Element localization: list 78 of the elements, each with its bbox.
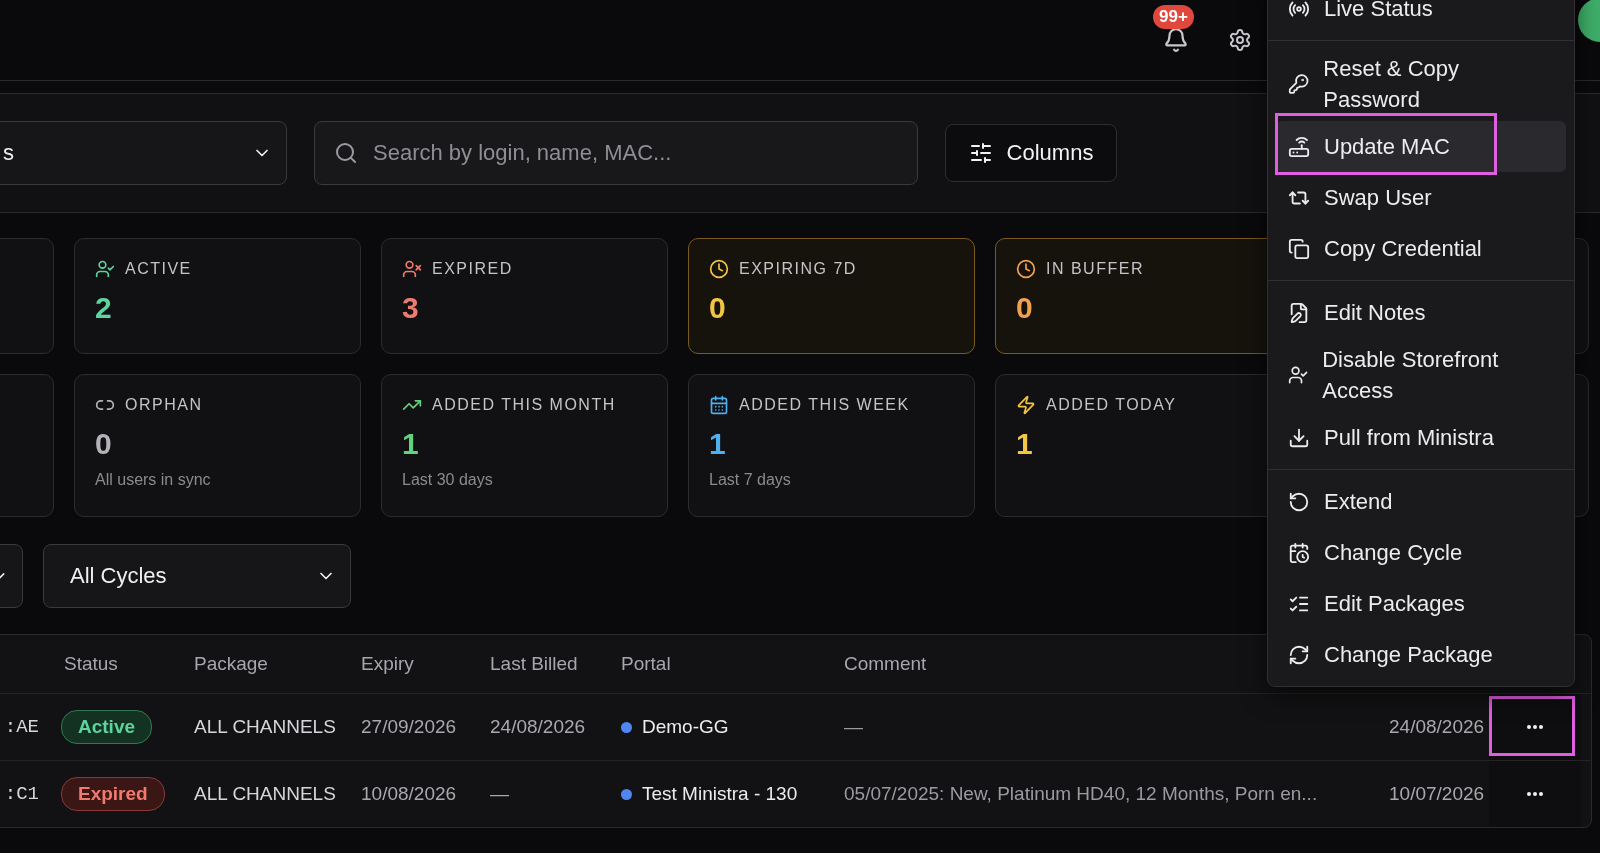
table-cell: 24/08/2026: [490, 716, 586, 738]
stat-note: Last 30 days: [402, 471, 493, 489]
table-cell: ALL CHANNELS: [194, 716, 336, 738]
menu-icon: [1288, 301, 1310, 324]
filter-select[interactable]: s: [0, 121, 287, 185]
stat-value: 1: [402, 427, 419, 461]
menu-item[interactable]: Update MAC: [1276, 121, 1566, 172]
stat-label: ACTIVE: [125, 260, 192, 278]
table-cell: —: [844, 716, 863, 738]
stat-icon: [1016, 395, 1036, 415]
stat-icon: [402, 259, 422, 279]
menu-item[interactable]: Edit Notes: [1276, 287, 1566, 338]
stat-icon: [1016, 259, 1036, 279]
stat-value: 0: [95, 427, 112, 461]
stat-icon: [95, 259, 115, 279]
menu-icon: [1288, 237, 1310, 260]
menu-icon: [1288, 490, 1310, 513]
stat-value: 2: [95, 291, 112, 325]
table-cell: 24/08/2026: [1389, 716, 1485, 738]
menu-icon: [1288, 541, 1310, 564]
menu-item[interactable]: Pull from Ministra: [1276, 412, 1566, 463]
stat-label: ORPHAN: [125, 396, 203, 414]
status-badge: Expired: [61, 777, 165, 811]
table-cell-text: :AE: [4, 716, 40, 738]
stat-label: ADDED THIS WEEK: [739, 396, 910, 414]
bell-icon: [1163, 27, 1189, 53]
stat-value: 1: [709, 427, 726, 461]
menu-icon: [1288, 73, 1310, 95]
table-cell: Test Ministra - 130: [642, 783, 798, 805]
menu-item[interactable]: Live Status: [1276, 0, 1566, 34]
table-cell-text: :C1: [4, 783, 40, 805]
notification-button[interactable]: [1163, 27, 1189, 53]
notification-badge: 99+: [1153, 5, 1194, 29]
stat-icon: [709, 395, 729, 415]
stat-value: 1: [1016, 427, 1033, 461]
table-cell: Demo-GG: [642, 716, 729, 738]
stat-note: All users in sync: [95, 471, 211, 489]
column-header[interactable]: Last Billed: [490, 653, 621, 675]
column-header[interactable]: Expiry: [361, 653, 490, 675]
table-cell: 10/08/2026: [361, 783, 457, 805]
stat-label: EXPIRED: [432, 260, 513, 278]
menu-icon: [1288, 426, 1310, 449]
stat-note: Last 7 days: [709, 471, 791, 489]
table-cell: 10/07/2026: [1389, 783, 1485, 805]
stat-label: ADDED TODAY: [1046, 396, 1177, 414]
table-cell: 27/09/2026: [361, 716, 457, 738]
status-badge: Active: [61, 710, 153, 744]
stat-label: IN BUFFER: [1046, 260, 1144, 278]
stat-label: ADDED THIS MONTH: [432, 396, 616, 414]
stat-value: 0: [709, 291, 726, 325]
menu-icon: [1288, 364, 1309, 386]
columns-button[interactable]: Columns: [945, 124, 1117, 182]
stat-value: 0: [1016, 291, 1033, 325]
menu-item[interactable]: Extend: [1276, 476, 1566, 527]
table-cell: —: [490, 783, 509, 805]
menu-item[interactable]: Edit Packages: [1276, 578, 1566, 629]
menu-icon: [1288, 643, 1310, 666]
stat-icon: [709, 259, 729, 279]
more-icon: [1527, 792, 1543, 796]
column-header[interactable]: Package: [194, 653, 361, 675]
table-cell: ALL CHANNELS: [194, 783, 336, 805]
stat-value: 3: [402, 291, 419, 325]
settings-button[interactable]: [1228, 28, 1252, 52]
menu-item[interactable]: Change Package: [1276, 629, 1566, 680]
menu-icon: [1288, 135, 1310, 158]
stat-label: EXPIRING 7D: [739, 260, 857, 278]
menu-item[interactable]: Copy Credential: [1276, 223, 1566, 274]
cycle-select[interactable]: All Cycles: [43, 544, 351, 608]
column-header[interactable]: Status: [61, 653, 194, 675]
settings-icon: [1228, 28, 1252, 52]
more-icon: [1527, 725, 1543, 729]
column-header[interactable]: Portal: [621, 653, 844, 675]
menu-item[interactable]: Swap User: [1276, 172, 1566, 223]
menu-item[interactable]: Change Cycle: [1276, 527, 1566, 578]
search-field[interactable]: Search by login, name, MAC...: [314, 121, 918, 185]
menu-item[interactable]: Disable Storefront Access: [1276, 338, 1566, 412]
sliders-icon: [968, 141, 993, 165]
table-cell: 05/07/2025: New, Platinum HD40, 12 Months, Porn en...: [844, 783, 1318, 805]
